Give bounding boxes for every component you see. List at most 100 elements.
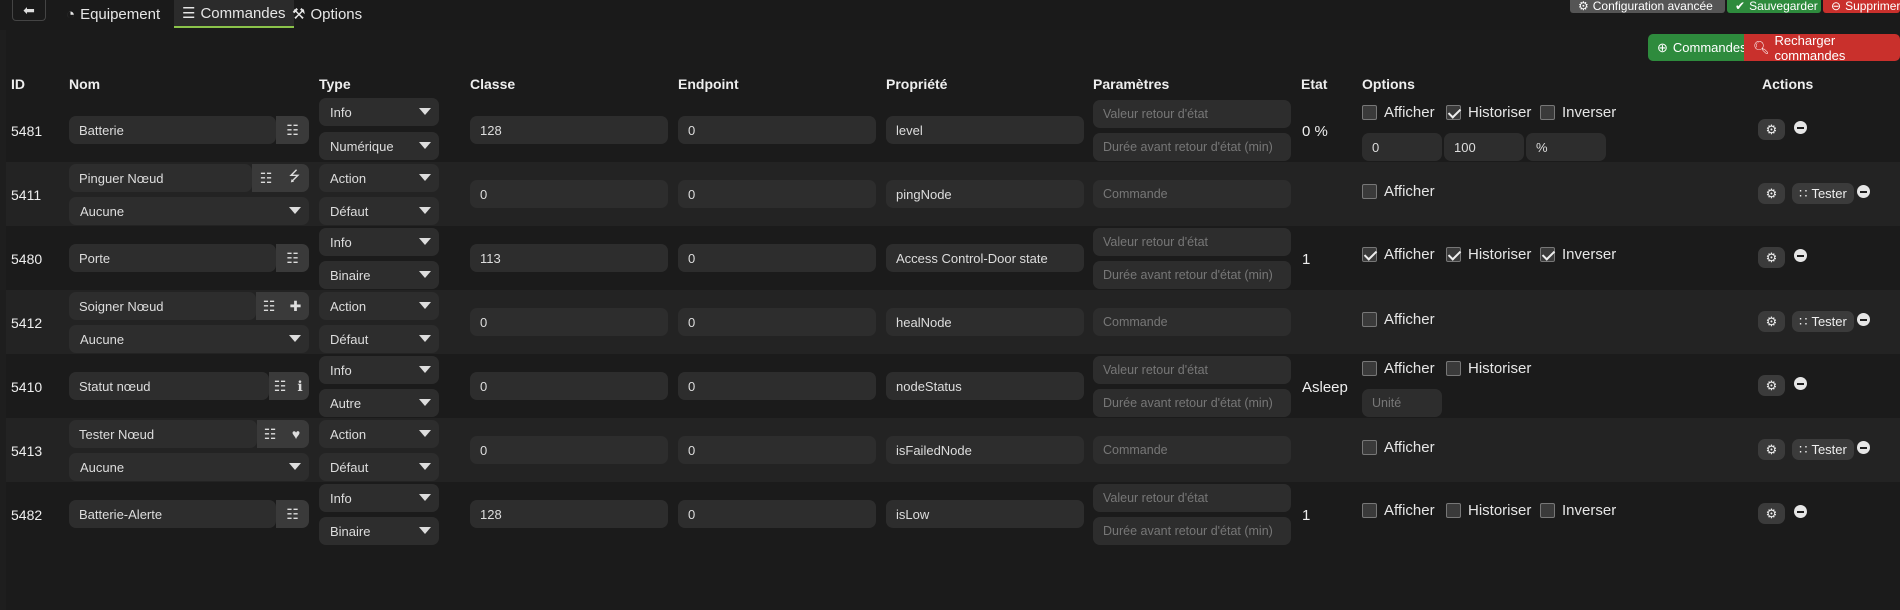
type-select[interactable]: Info <box>319 356 439 384</box>
remove-command-icon[interactable] <box>1857 185 1870 198</box>
command-name-input[interactable]: Batterie-Alerte <box>69 500 276 528</box>
classe-input[interactable]: 128 <box>470 116 668 144</box>
value-select[interactable]: Aucune <box>69 325 309 353</box>
property-input[interactable]: isLow <box>886 500 1084 528</box>
configure-button[interactable]: ⚙ <box>1758 247 1785 268</box>
zwave-icon[interactable]: ☷ <box>256 292 282 320</box>
property-input[interactable]: pingNode <box>886 180 1084 208</box>
type-select[interactable]: Action <box>319 420 439 448</box>
checkbox[interactable] <box>1446 105 1461 120</box>
zwave-icon[interactable]: ☷ <box>276 116 309 144</box>
endpoint-input[interactable]: 0 <box>678 308 876 336</box>
property-input[interactable]: level <box>886 116 1084 144</box>
command-name-input[interactable]: Soigner Nœud <box>69 292 256 320</box>
property-input[interactable]: isFailedNode <box>886 436 1084 464</box>
historiser-checkbox[interactable]: Historiser <box>1446 104 1531 121</box>
tab-commandes[interactable]: ☰ Commandes <box>174 0 294 28</box>
state-return-delay-input[interactable]: Durée avant retour d'état (min) <box>1093 261 1291 289</box>
type-select[interactable]: Action <box>319 164 439 192</box>
state-return-delay-input[interactable]: Durée avant retour d'état (min) <box>1093 517 1291 545</box>
afficher-checkbox[interactable]: Afficher <box>1362 439 1435 456</box>
tab-options[interactable]: ⚒ Options <box>284 0 370 28</box>
command-input[interactable]: Commande <box>1093 308 1291 336</box>
classe-input[interactable]: 0 <box>470 436 668 464</box>
remove-command-icon[interactable] <box>1794 121 1807 134</box>
property-input[interactable]: healNode <box>886 308 1084 336</box>
remove-command-icon[interactable] <box>1857 313 1870 326</box>
delete-button[interactable]: ⊖ Supprimer <box>1823 0 1900 13</box>
state-return-delay-input[interactable]: Durée avant retour d'état (min) <box>1093 133 1291 161</box>
command-name-input[interactable]: Pinguer Nœud <box>69 164 252 192</box>
advanced-config-button[interactable]: ⚙ Configuration avancée <box>1570 0 1725 13</box>
command-name-input[interactable]: Batterie <box>69 116 276 144</box>
inverser-checkbox[interactable]: Inverser <box>1540 246 1616 263</box>
property-input[interactable]: Access Control-Door state <box>886 244 1084 272</box>
subtype-select[interactable]: Autre <box>319 389 439 417</box>
command-name-input[interactable]: Tester Nœud <box>69 420 257 448</box>
reload-commands-button[interactable]: 🔍︎ Recharger commandes <box>1744 33 1900 63</box>
state-return-value-input[interactable]: Valeur retour d'état <box>1093 356 1291 384</box>
command-name-input[interactable]: Statut nœud <box>69 372 269 400</box>
configure-button[interactable]: ⚙ <box>1758 439 1785 460</box>
subtype-select[interactable]: Défaut <box>319 325 439 353</box>
tester-button[interactable]: ∷ Tester <box>1792 439 1854 460</box>
checkbox[interactable] <box>1362 361 1377 376</box>
value-select[interactable]: Aucune <box>69 197 309 225</box>
max-value-input[interactable]: 100 <box>1444 133 1524 161</box>
checkbox[interactable] <box>1362 503 1377 518</box>
remove-command-icon[interactable] <box>1794 377 1807 390</box>
historiser-checkbox[interactable]: Historiser <box>1446 360 1531 377</box>
checkbox[interactable] <box>1362 247 1377 262</box>
info-icon[interactable]: ℹ <box>291 372 309 400</box>
checkbox[interactable] <box>1362 105 1377 120</box>
value-select[interactable]: Aucune <box>69 453 309 481</box>
checkbox[interactable] <box>1362 440 1377 455</box>
command-input[interactable]: Commande <box>1093 436 1291 464</box>
state-return-value-input[interactable]: Valeur retour d'état <box>1093 228 1291 256</box>
command-input[interactable]: Commande <box>1093 180 1291 208</box>
unit-input[interactable]: % <box>1526 133 1606 161</box>
afficher-checkbox[interactable]: Afficher <box>1362 104 1435 121</box>
subtype-select[interactable]: Défaut <box>319 197 439 225</box>
subtype-select[interactable]: Numérique <box>319 132 439 160</box>
type-select[interactable]: Info <box>319 98 439 126</box>
classe-input[interactable]: 0 <box>470 372 668 400</box>
endpoint-input[interactable]: 0 <box>678 244 876 272</box>
checkbox[interactable] <box>1446 247 1461 262</box>
checkbox[interactable] <box>1446 361 1461 376</box>
historiser-checkbox[interactable]: Historiser <box>1446 502 1531 519</box>
subtype-select[interactable]: Binaire <box>319 517 439 545</box>
configure-button[interactable]: ⚙ <box>1758 311 1785 332</box>
afficher-checkbox[interactable]: Afficher <box>1362 183 1435 200</box>
configure-button[interactable]: ⚙ <box>1758 503 1785 524</box>
configure-button[interactable]: ⚙ <box>1758 375 1785 396</box>
afficher-checkbox[interactable]: Afficher <box>1362 502 1435 519</box>
save-button[interactable]: ✔ Sauvegarder <box>1727 0 1821 13</box>
state-return-value-input[interactable]: Valeur retour d'état <box>1093 100 1291 128</box>
checkbox[interactable] <box>1540 503 1555 518</box>
checkbox[interactable] <box>1540 105 1555 120</box>
type-select[interactable]: Info <box>319 228 439 256</box>
zwave-icon[interactable]: ☷ <box>276 500 309 528</box>
endpoint-input[interactable]: 0 <box>678 180 876 208</box>
remove-command-icon[interactable] <box>1794 505 1807 518</box>
zwave-icon[interactable]: ☷ <box>269 372 291 400</box>
classe-input[interactable]: 128 <box>470 500 668 528</box>
medkit-icon[interactable]: ✚ <box>282 292 309 320</box>
tester-button[interactable]: ∷ Tester <box>1792 311 1854 332</box>
state-return-value-input[interactable]: Valeur retour d'état <box>1093 484 1291 512</box>
afficher-checkbox[interactable]: Afficher <box>1362 246 1435 263</box>
configure-button[interactable]: ⚙ <box>1758 119 1785 140</box>
add-command-button[interactable]: ⊕ Commandes <box>1648 34 1747 61</box>
historiser-checkbox[interactable]: Historiser <box>1446 246 1531 263</box>
sitemap-icon[interactable]: ⭍ <box>280 164 309 192</box>
checkbox[interactable] <box>1446 503 1461 518</box>
classe-input[interactable]: 0 <box>470 308 668 336</box>
command-name-input[interactable]: Porte <box>69 244 276 272</box>
back-button[interactable]: ⬅ <box>12 0 46 21</box>
state-return-delay-input[interactable]: Durée avant retour d'état (min) <box>1093 389 1291 417</box>
min-value-input[interactable]: 0 <box>1362 133 1442 161</box>
property-input[interactable]: nodeStatus <box>886 372 1084 400</box>
endpoint-input[interactable]: 0 <box>678 500 876 528</box>
remove-command-icon[interactable] <box>1794 249 1807 262</box>
